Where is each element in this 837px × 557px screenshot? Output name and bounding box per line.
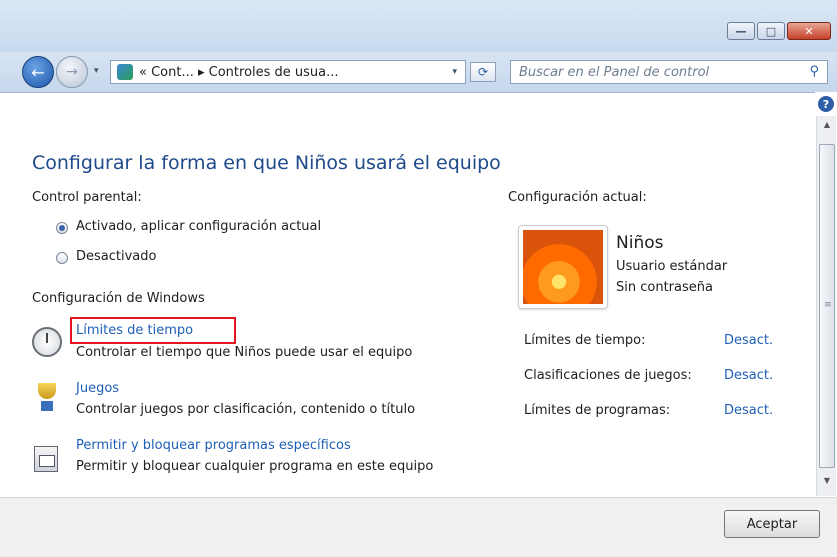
game-ratings-status-value: Desact.	[724, 368, 774, 383]
allow-block-programs-link[interactable]: Permitir y bloquear programas específico…	[76, 438, 351, 453]
radio-deactivated-label[interactable]: Desactivado	[76, 249, 156, 264]
radio-activated-label[interactable]: Activado, aplicar configuración actual	[76, 219, 321, 234]
scroll-up-icon[interactable]: ▲	[820, 120, 834, 134]
address-bar[interactable]: « Cont... ▸ Controles de usua... ▾	[110, 60, 466, 84]
radio-deactivated[interactable]	[56, 252, 68, 264]
time-limits-status-value: Desact.	[724, 333, 774, 348]
breadcrumb[interactable]: « Cont... ▸ Controles de usua...	[139, 65, 339, 80]
allow-block-programs-description: Permitir y bloquear cualquier programa e…	[76, 459, 434, 474]
radio-activated[interactable]	[56, 222, 68, 234]
back-button[interactable]: ←	[22, 56, 54, 88]
minimize-icon: —	[735, 24, 747, 38]
user-name: Niños	[616, 233, 664, 253]
page-title: Configurar la forma en que Niños usará e…	[32, 152, 501, 174]
minimize-button[interactable]: —	[727, 22, 755, 40]
user-password-status: Sin contraseña	[616, 280, 713, 295]
highlight-box	[70, 317, 236, 344]
flower-image	[523, 230, 603, 304]
control-panel-icon	[117, 64, 133, 80]
back-arrow-icon: ←	[31, 62, 45, 82]
vertical-scrollbar[interactable]: ▲ ≡ ▼	[816, 116, 836, 496]
refresh-icon: ⟳	[477, 65, 489, 79]
maximize-button[interactable]: □	[757, 22, 785, 40]
time-limits-status-label: Límites de tiempo:	[524, 333, 646, 348]
close-icon: ✕	[804, 24, 814, 38]
refresh-button[interactable]: ⟳	[470, 62, 496, 82]
window-controls: — □ ✕	[727, 22, 831, 40]
program-limits-status-label: Límites de programas:	[524, 403, 671, 418]
recent-pages-dropdown-icon[interactable]: ▾	[94, 66, 99, 76]
accept-button[interactable]: Aceptar	[724, 510, 820, 538]
game-ratings-status-label: Clasificaciones de juegos:	[524, 368, 692, 383]
help-icon: ?	[822, 97, 830, 111]
windows-settings-label: Configuración de Windows	[32, 291, 205, 306]
program-limits-status-value: Desact.	[724, 403, 774, 418]
trophy-icon	[36, 383, 58, 413]
footer-bar	[0, 497, 837, 557]
scroll-down-icon[interactable]: ▼	[820, 476, 834, 490]
help-button[interactable]: ?	[818, 96, 834, 112]
time-limits-description: Controlar el tiempo que Niños puede usar…	[76, 345, 413, 360]
search-input[interactable]: Buscar en el Panel de control ⚲	[510, 60, 828, 84]
program-icon	[34, 446, 58, 472]
scroll-thumb[interactable]: ≡	[819, 144, 835, 468]
title-bar: — □ ✕	[0, 0, 837, 52]
user-type: Usuario estándar	[616, 259, 728, 274]
parental-control-label: Control parental:	[32, 190, 142, 205]
games-description: Controlar juegos por clasificación, cont…	[76, 402, 416, 417]
navigation-bar: ← → ▾ « Cont... ▸ Controles de usua... ▾…	[0, 52, 837, 92]
grip-icon: ≡	[824, 300, 832, 310]
games-link[interactable]: Juegos	[76, 381, 119, 396]
address-dropdown-icon[interactable]: ▾	[452, 67, 457, 77]
close-button[interactable]: ✕	[787, 22, 831, 40]
stopwatch-icon	[32, 327, 62, 357]
forward-button[interactable]: →	[56, 56, 88, 88]
search-icon[interactable]: ⚲	[809, 64, 819, 79]
forward-arrow-icon: →	[66, 64, 78, 80]
current-settings-label: Configuración actual:	[508, 190, 647, 205]
search-placeholder: Buscar en el Panel de control	[519, 64, 710, 80]
maximize-icon: □	[765, 24, 777, 38]
user-picture	[518, 225, 608, 309]
